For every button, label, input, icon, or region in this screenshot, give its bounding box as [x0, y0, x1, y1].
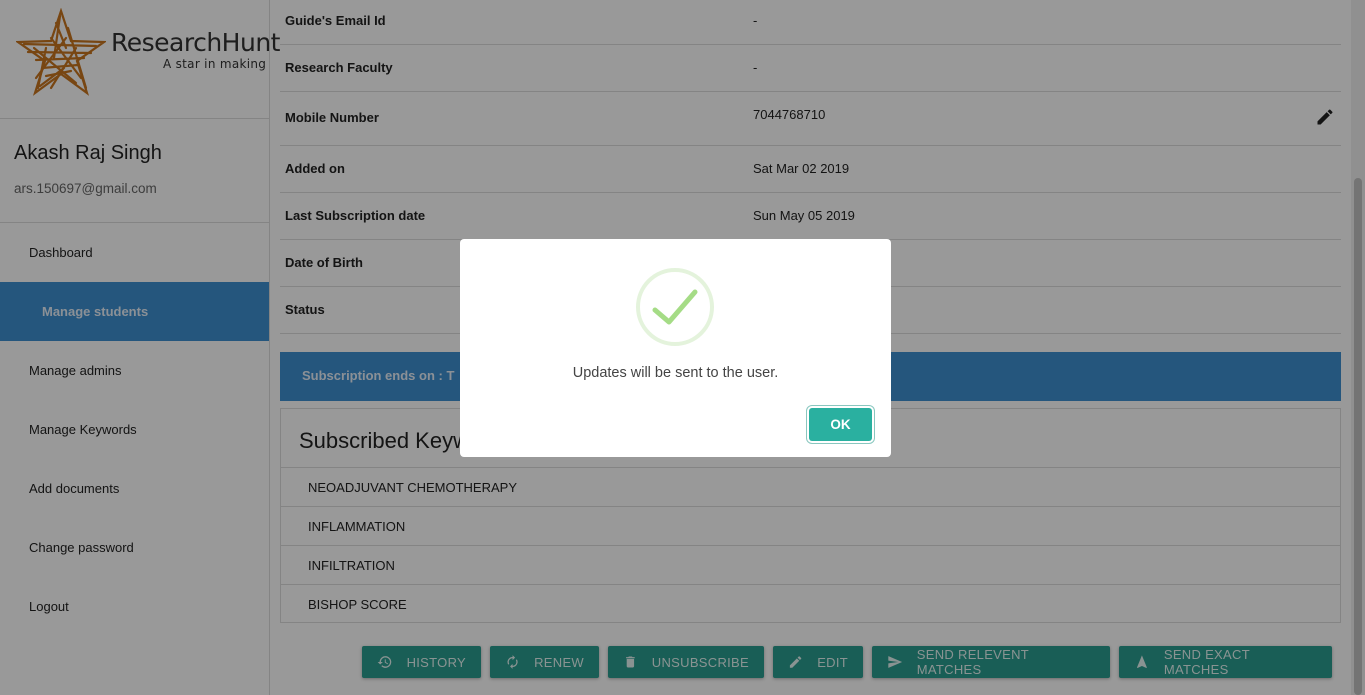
dialog-message: Updates will be sent to the user.: [572, 365, 779, 381]
ok-button[interactable]: OK: [809, 408, 872, 441]
modal-backdrop[interactable]: Updates will be sent to the user. OK: [0, 0, 1365, 695]
success-dialog: Updates will be sent to the user. OK: [460, 239, 891, 457]
success-check-icon: [636, 268, 714, 346]
